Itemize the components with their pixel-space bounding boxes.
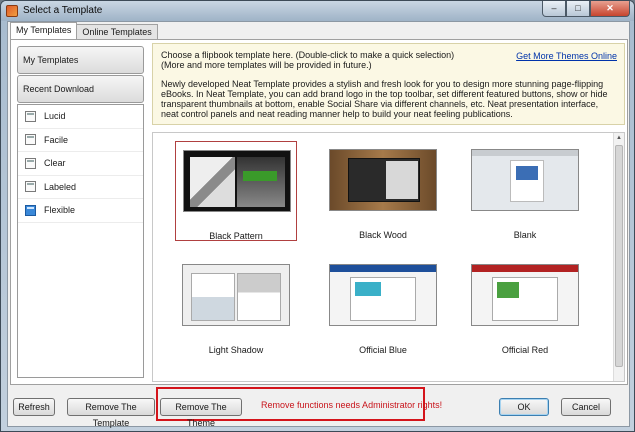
template-card-black-pattern[interactable]: Black Pattern — [175, 141, 297, 241]
window-title: Select a Template — [23, 5, 103, 16]
cancel-button[interactable]: Cancel — [561, 398, 611, 416]
page-icon — [25, 134, 36, 146]
template-category-list: Lucid Facile Clear Labeled Flexible — [17, 104, 144, 378]
template-preview — [329, 149, 437, 211]
tab-strip: My Templates Online Templates — [10, 22, 158, 39]
template-preview — [471, 149, 579, 211]
select-template-dialog: Select a Template – □ ✕ My Templates Onl… — [0, 0, 635, 432]
template-card-blank[interactable]: Blank — [464, 141, 586, 241]
list-item-clear[interactable]: Clear — [18, 152, 143, 176]
remove-theme-button[interactable]: Remove The Theme — [160, 398, 242, 428]
info-description: Newly developed Neat Template provides a… — [161, 79, 608, 119]
list-item-label: Lucid — [44, 111, 66, 122]
template-name: Official Blue — [359, 345, 407, 355]
scroll-thumb[interactable] — [615, 145, 623, 367]
template-card-black-wood[interactable]: Black Wood — [322, 141, 444, 241]
template-info-box: Get More Themes Online Choose a flipbook… — [152, 43, 625, 125]
tab-my-templates[interactable]: My Templates — [10, 22, 78, 39]
template-name: Black Wood — [359, 230, 407, 240]
list-item-label: Flexible — [44, 205, 76, 216]
minimize-button[interactable]: – — [542, 1, 566, 17]
refresh-button[interactable]: Refresh — [13, 398, 55, 416]
dialog-body: My Templates Online Templates My Templat… — [7, 21, 630, 428]
template-card-official-red[interactable]: Official Red — [464, 256, 586, 356]
page-icon — [25, 110, 36, 122]
scroll-up-icon[interactable]: ▲ — [614, 133, 624, 143]
list-item-flexible[interactable]: Flexible — [18, 199, 143, 223]
ok-button[interactable]: OK — [499, 398, 549, 416]
template-preview — [471, 264, 579, 326]
gallery-scrollbar[interactable]: ▲ — [613, 133, 624, 381]
list-item-label: Labeled — [44, 181, 77, 192]
template-name: Official Red — [501, 345, 549, 355]
recent-download-button[interactable]: Recent Download — [17, 75, 144, 103]
templates-panel: My Templates Recent Download Lucid Facil… — [10, 39, 628, 385]
window-controls: – □ ✕ — [542, 1, 630, 18]
template-gallery: Black Pattern Black Wood Blank Light Sha… — [152, 132, 625, 382]
page-icon — [25, 181, 36, 193]
template-preview — [329, 264, 437, 326]
list-item-label: Clear — [44, 158, 66, 169]
list-item-labeled[interactable]: Labeled — [18, 176, 143, 199]
template-preview — [182, 264, 290, 326]
close-button[interactable]: ✕ — [590, 1, 630, 17]
list-item-label: Facile — [44, 134, 69, 145]
info-line-2: (More and more templates will be provide… — [161, 60, 372, 70]
page-icon — [25, 157, 36, 169]
title-bar[interactable]: Select a Template – □ ✕ — [1, 1, 634, 21]
list-item-facile[interactable]: Facile — [18, 129, 143, 152]
admin-rights-warning: Remove functions needs Administrator rig… — [261, 400, 443, 410]
template-card-official-blue[interactable]: Official Blue — [322, 256, 444, 356]
template-preview — [183, 150, 291, 212]
get-more-themes-link[interactable]: Get More Themes Online — [516, 51, 617, 61]
my-templates-button[interactable]: My Templates — [17, 46, 144, 74]
tab-online-templates[interactable]: Online Templates — [76, 24, 158, 39]
template-name: Blank — [513, 230, 537, 240]
flexible-page-icon — [25, 204, 36, 216]
remove-template-button[interactable]: Remove The Template — [67, 398, 155, 428]
template-name: Black Pattern — [209, 231, 263, 241]
app-icon — [6, 5, 18, 17]
template-name: Light Shadow — [208, 345, 264, 355]
list-item-lucid[interactable]: Lucid — [18, 105, 143, 129]
maximize-button[interactable]: □ — [566, 1, 590, 17]
template-card-light-shadow[interactable]: Light Shadow — [175, 256, 297, 356]
